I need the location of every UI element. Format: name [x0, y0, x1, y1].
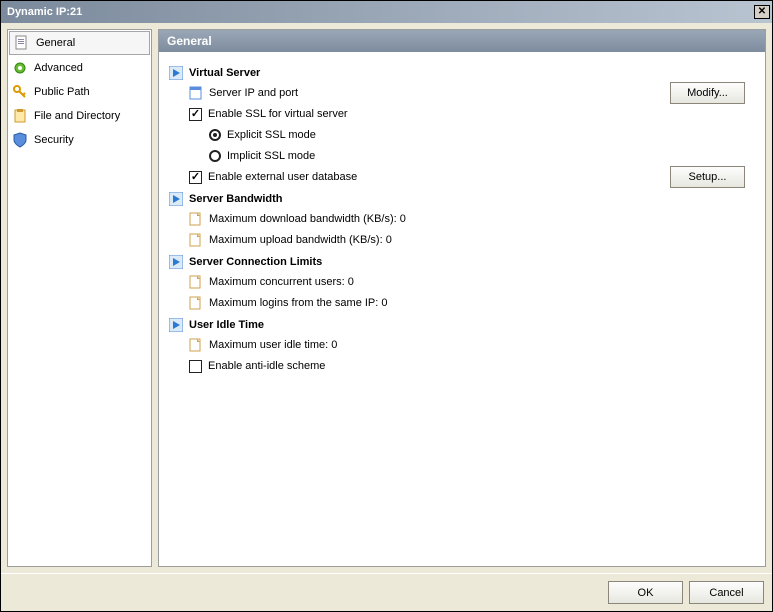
sidebar-item-label: Security	[34, 134, 74, 146]
close-button[interactable]: ✕	[754, 5, 770, 19]
section-heading: User Idle Time	[189, 319, 264, 331]
row-server-ip-port: Server IP and port Modify...	[189, 84, 755, 102]
sidebar-item-label: Advanced	[34, 62, 83, 74]
radio-icon[interactable]	[209, 129, 221, 141]
ok-button[interactable]: OK	[608, 581, 683, 604]
row-label: Enable SSL for virtual server	[208, 108, 348, 120]
row-label: Server IP and port	[209, 87, 298, 99]
page-icon	[189, 212, 203, 226]
section-virtual-server: Virtual Server	[169, 66, 755, 80]
panel-title: General	[159, 30, 765, 52]
checkbox-icon[interactable]	[189, 108, 202, 121]
row-max-idle: Maximum user idle time: 0	[189, 336, 755, 354]
section-heading: Server Connection Limits	[189, 256, 322, 268]
expand-icon	[169, 255, 183, 269]
clipboard-icon	[12, 108, 28, 124]
row-label: Implicit SSL mode	[227, 150, 315, 162]
section-heading: Virtual Server	[189, 67, 260, 79]
row-label: Maximum user idle time: 0	[209, 339, 337, 351]
shield-icon	[12, 132, 28, 148]
row-label: Explicit SSL mode	[227, 129, 316, 141]
window-title: Dynamic IP:21	[7, 6, 82, 18]
sidebar-item-label: File and Directory	[34, 110, 120, 122]
row-max-concurrent: Maximum concurrent users: 0	[189, 273, 755, 291]
setup-button[interactable]: Setup...	[670, 166, 745, 188]
radio-icon[interactable]	[209, 150, 221, 162]
sidebar-item-label: General	[36, 37, 75, 49]
expand-icon	[169, 66, 183, 80]
gear-icon	[12, 60, 28, 76]
row-explicit-ssl[interactable]: Explicit SSL mode	[209, 126, 755, 144]
section-conn-limits: Server Connection Limits	[169, 255, 755, 269]
modify-button[interactable]: Modify...	[670, 82, 745, 104]
titlebar: Dynamic IP:21 ✕	[1, 1, 772, 23]
section-heading: Server Bandwidth	[189, 193, 283, 205]
page-icon	[189, 86, 203, 100]
expand-icon	[169, 318, 183, 332]
row-enable-external-db[interactable]: Enable external user database Setup...	[189, 168, 755, 186]
row-label: Maximum logins from the same IP: 0	[209, 297, 388, 309]
expand-icon	[169, 192, 183, 206]
row-label: Enable external user database	[208, 171, 357, 183]
checkbox-icon[interactable]	[189, 171, 202, 184]
main-panel: General Virtual Server Server IP and por…	[158, 29, 766, 567]
row-label: Maximum upload bandwidth (KB/s): 0	[209, 234, 392, 246]
row-max-same-ip: Maximum logins from the same IP: 0	[189, 294, 755, 312]
window: Dynamic IP:21 ✕ General Advanced Publ	[0, 0, 773, 612]
sidebar: General Advanced Public Path File and Di…	[7, 29, 152, 567]
dialog-footer: OK Cancel	[1, 573, 772, 611]
document-icon	[14, 35, 30, 51]
sidebar-item-file-directory[interactable]: File and Directory	[8, 104, 151, 128]
row-anti-idle[interactable]: Enable anti-idle scheme	[189, 357, 755, 375]
panel-content: Virtual Server Server IP and port Modify…	[159, 52, 765, 566]
sidebar-item-advanced[interactable]: Advanced	[8, 56, 151, 80]
row-label: Maximum download bandwidth (KB/s): 0	[209, 213, 406, 225]
sidebar-item-security[interactable]: Security	[8, 128, 151, 152]
sidebar-item-public-path[interactable]: Public Path	[8, 80, 151, 104]
section-bandwidth: Server Bandwidth	[169, 192, 755, 206]
window-body: General Advanced Public Path File and Di…	[1, 23, 772, 573]
checkbox-icon[interactable]	[189, 360, 202, 373]
cancel-button[interactable]: Cancel	[689, 581, 764, 604]
row-max-upload: Maximum upload bandwidth (KB/s): 0	[189, 231, 755, 249]
row-enable-ssl[interactable]: Enable SSL for virtual server	[189, 105, 755, 123]
row-label: Maximum concurrent users: 0	[209, 276, 354, 288]
page-icon	[189, 296, 203, 310]
section-idle: User Idle Time	[169, 318, 755, 332]
page-icon	[189, 338, 203, 352]
sidebar-item-label: Public Path	[34, 86, 90, 98]
page-icon	[189, 275, 203, 289]
row-max-download: Maximum download bandwidth (KB/s): 0	[189, 210, 755, 228]
page-icon	[189, 233, 203, 247]
row-implicit-ssl[interactable]: Implicit SSL mode	[209, 147, 755, 165]
row-label: Enable anti-idle scheme	[208, 360, 325, 372]
key-icon	[12, 84, 28, 100]
sidebar-item-general[interactable]: General	[9, 31, 150, 55]
